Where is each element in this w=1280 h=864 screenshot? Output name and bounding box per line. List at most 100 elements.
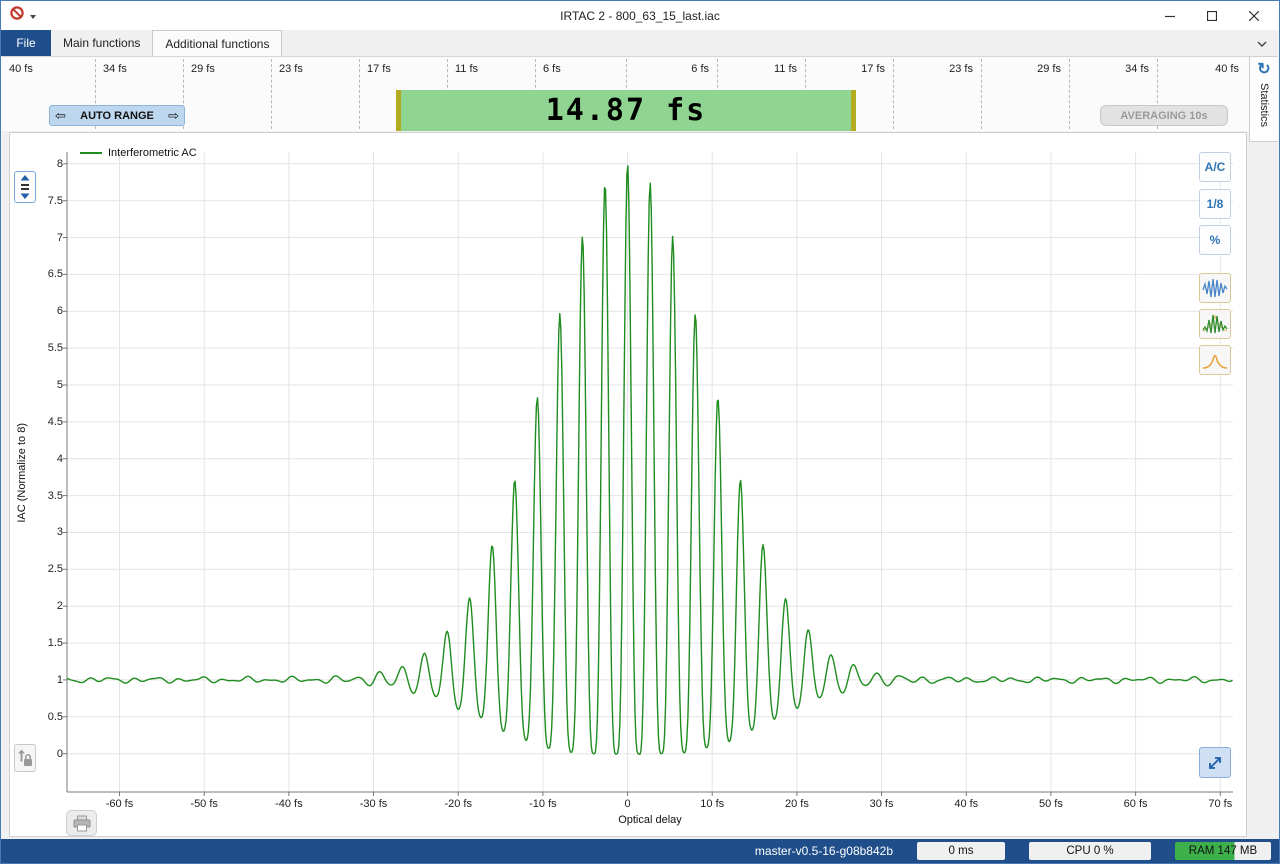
ruler-scale-label: 6 fs xyxy=(626,63,717,75)
app-logo-icon[interactable] xyxy=(9,5,25,26)
range-handle-right[interactable] xyxy=(851,90,856,131)
printer-icon xyxy=(72,815,92,832)
x-axis-tick-label: 60 fs xyxy=(1106,798,1166,810)
auto-range-label: AUTO RANGE xyxy=(80,110,154,122)
build-version: master-v0.5-16-g08b842b xyxy=(755,844,893,858)
statistics-panel-tab[interactable]: ↻ Statistics xyxy=(1249,56,1278,142)
x-axis-tick-label: 30 fs xyxy=(852,798,912,810)
y-axis-tick-label: 2.5 xyxy=(33,563,63,575)
ruler-scale-label: 34 fs xyxy=(1069,63,1157,75)
x-axis-tick-label: -60 fs xyxy=(89,798,149,810)
expand-arrows-icon xyxy=(1206,754,1224,772)
arrow-right-icon: ⇨ xyxy=(168,109,179,122)
file-menu-button[interactable]: File xyxy=(1,30,51,56)
y-axis-tick-label: 3.5 xyxy=(33,490,63,502)
blue-fringes-icon xyxy=(1202,277,1228,299)
ruler-scale-label: 23 fs xyxy=(893,63,981,75)
ruler-scale-label: 23 fs xyxy=(271,63,359,75)
ruler-scale-label: 6 fs xyxy=(535,63,626,75)
x-axis-title: Optical delay xyxy=(67,814,1233,826)
x-axis-tick-label: -30 fs xyxy=(344,798,404,810)
auto-range-button[interactable]: ⇦ AUTO RANGE ⇨ xyxy=(49,105,185,126)
y-axis-tick-label: 6.5 xyxy=(33,268,63,280)
y-axis-tick-label: 7 xyxy=(33,232,63,244)
maximize-button[interactable] xyxy=(1191,1,1233,30)
y-axis-tick-label: 1.5 xyxy=(33,637,63,649)
y-axis-tick-label: 2 xyxy=(33,600,63,612)
ruler-scale-label: 11 fs xyxy=(447,63,535,75)
x-axis-tick-label: 70 fs xyxy=(1190,798,1250,810)
y-axis-tick-label: 3 xyxy=(33,526,63,538)
y-axis-tick-label: 7.5 xyxy=(33,195,63,207)
ruler-scale-label: 17 fs xyxy=(359,63,447,75)
statistics-label: Statistics xyxy=(1258,83,1270,127)
fringe-trace-display-button[interactable] xyxy=(1199,273,1231,303)
pulse-width-range-bar[interactable]: 14.87 fs xyxy=(396,90,856,131)
ruler-scale-label: 11 fs xyxy=(717,63,805,75)
y-axis-tick-label: 0 xyxy=(33,748,63,760)
intensity-ac-display-button[interactable] xyxy=(1199,345,1231,375)
tab-main-functions[interactable]: Main functions xyxy=(51,30,152,56)
ruler-scale-label: 29 fs xyxy=(183,63,271,75)
ruler-scale-label: 40 fs xyxy=(1,63,95,75)
legend-label: Interferometric AC xyxy=(108,147,197,159)
legend-line-swatch xyxy=(80,152,102,154)
x-axis-tick-label: -50 fs xyxy=(174,798,234,810)
expand-chart-button[interactable] xyxy=(1199,747,1231,778)
vertical-autoscale-icon xyxy=(17,174,33,200)
x-axis-tick-label: 0 xyxy=(598,798,658,810)
ruler-scale-label: 40 fs xyxy=(1157,63,1247,75)
pulse-width-value: 14.87 fs xyxy=(396,90,856,131)
y-axis-tick-label: 6 xyxy=(33,305,63,317)
window-menu-caret-icon[interactable] xyxy=(29,7,37,25)
refresh-icon[interactable]: ↻ xyxy=(1257,61,1270,79)
chart-legend: Interferometric AC xyxy=(80,147,197,159)
status-bar: master-v0.5-16-g08b842b 0 ms CPU 0 % RAM… xyxy=(1,839,1279,863)
window-controls xyxy=(1149,1,1275,30)
close-button[interactable] xyxy=(1233,1,1275,30)
x-axis-tick-label: -10 fs xyxy=(513,798,573,810)
y-axis-tick-label: 1 xyxy=(33,674,63,686)
application-window: IRTAC 2 - 800_63_15_last.iac File Main f… xyxy=(0,0,1280,864)
fringe-envelope-display-button[interactable] xyxy=(1199,309,1231,339)
cpu-usage-indicator: CPU 0 % xyxy=(1029,842,1151,860)
y-axis-tick-label: 0.5 xyxy=(33,711,63,723)
lock-icon xyxy=(17,748,33,768)
ruler-scale-label: 17 fs xyxy=(805,63,893,75)
print-button[interactable] xyxy=(66,810,97,836)
minimize-button[interactable] xyxy=(1149,1,1191,30)
y-axis-tick-label: 4 xyxy=(33,453,63,465)
tab-additional-functions[interactable]: Additional functions xyxy=(152,30,282,56)
x-axis-tick-label: 50 fs xyxy=(1021,798,1081,810)
arrow-left-icon: ⇦ xyxy=(55,109,66,122)
ribbon-collapse-icon[interactable] xyxy=(1253,36,1271,52)
ram-usage-indicator: RAM 147 MB xyxy=(1175,842,1271,860)
ribbon-tab-bar: File Main functions Additional functions xyxy=(1,30,1279,56)
iac-chart-plot[interactable] xyxy=(67,152,1233,792)
averaging-button[interactable]: AVERAGING 10s xyxy=(1100,105,1228,126)
y-axis-tick-label: 5 xyxy=(33,379,63,391)
window-title: IRTAC 2 - 800_63_15_last.iac xyxy=(1,9,1279,23)
pulse-width-ruler: 40 fs34 fs29 fs23 fs17 fs11 fs6 fs6 fs11… xyxy=(1,56,1250,131)
y-axis-tick-label: 5.5 xyxy=(33,342,63,354)
x-axis-tick-label: -20 fs xyxy=(428,798,488,810)
ac-mode-button[interactable]: A/C xyxy=(1199,152,1231,182)
one-eighth-mode-button[interactable]: 1/8 xyxy=(1199,189,1231,219)
chart-panel: Interferometric AC IAC (Normalize to 8) … xyxy=(9,132,1247,837)
loop-time-indicator: 0 ms xyxy=(917,842,1005,860)
x-axis-tick-label: 40 fs xyxy=(936,798,996,810)
axis-lock-button[interactable] xyxy=(14,744,36,772)
y-autoscale-button[interactable] xyxy=(14,171,36,203)
x-axis-tick-label: 20 fs xyxy=(767,798,827,810)
ruler-scale-label: 29 fs xyxy=(981,63,1069,75)
green-fringes-icon xyxy=(1202,313,1228,335)
y-axis-title: IAC (Normalize to 8) xyxy=(16,423,28,523)
title-bar: IRTAC 2 - 800_63_15_last.iac xyxy=(1,1,1279,30)
ruler-scale-label: 34 fs xyxy=(95,63,183,75)
percent-mode-button[interactable]: % xyxy=(1199,225,1231,255)
x-axis-tick-label: 10 fs xyxy=(682,798,742,810)
x-axis-tick-label: -40 fs xyxy=(259,798,319,810)
y-axis-tick-label: 8 xyxy=(33,158,63,170)
title-bar-left xyxy=(1,5,37,26)
y-axis-tick-label: 4.5 xyxy=(33,416,63,428)
